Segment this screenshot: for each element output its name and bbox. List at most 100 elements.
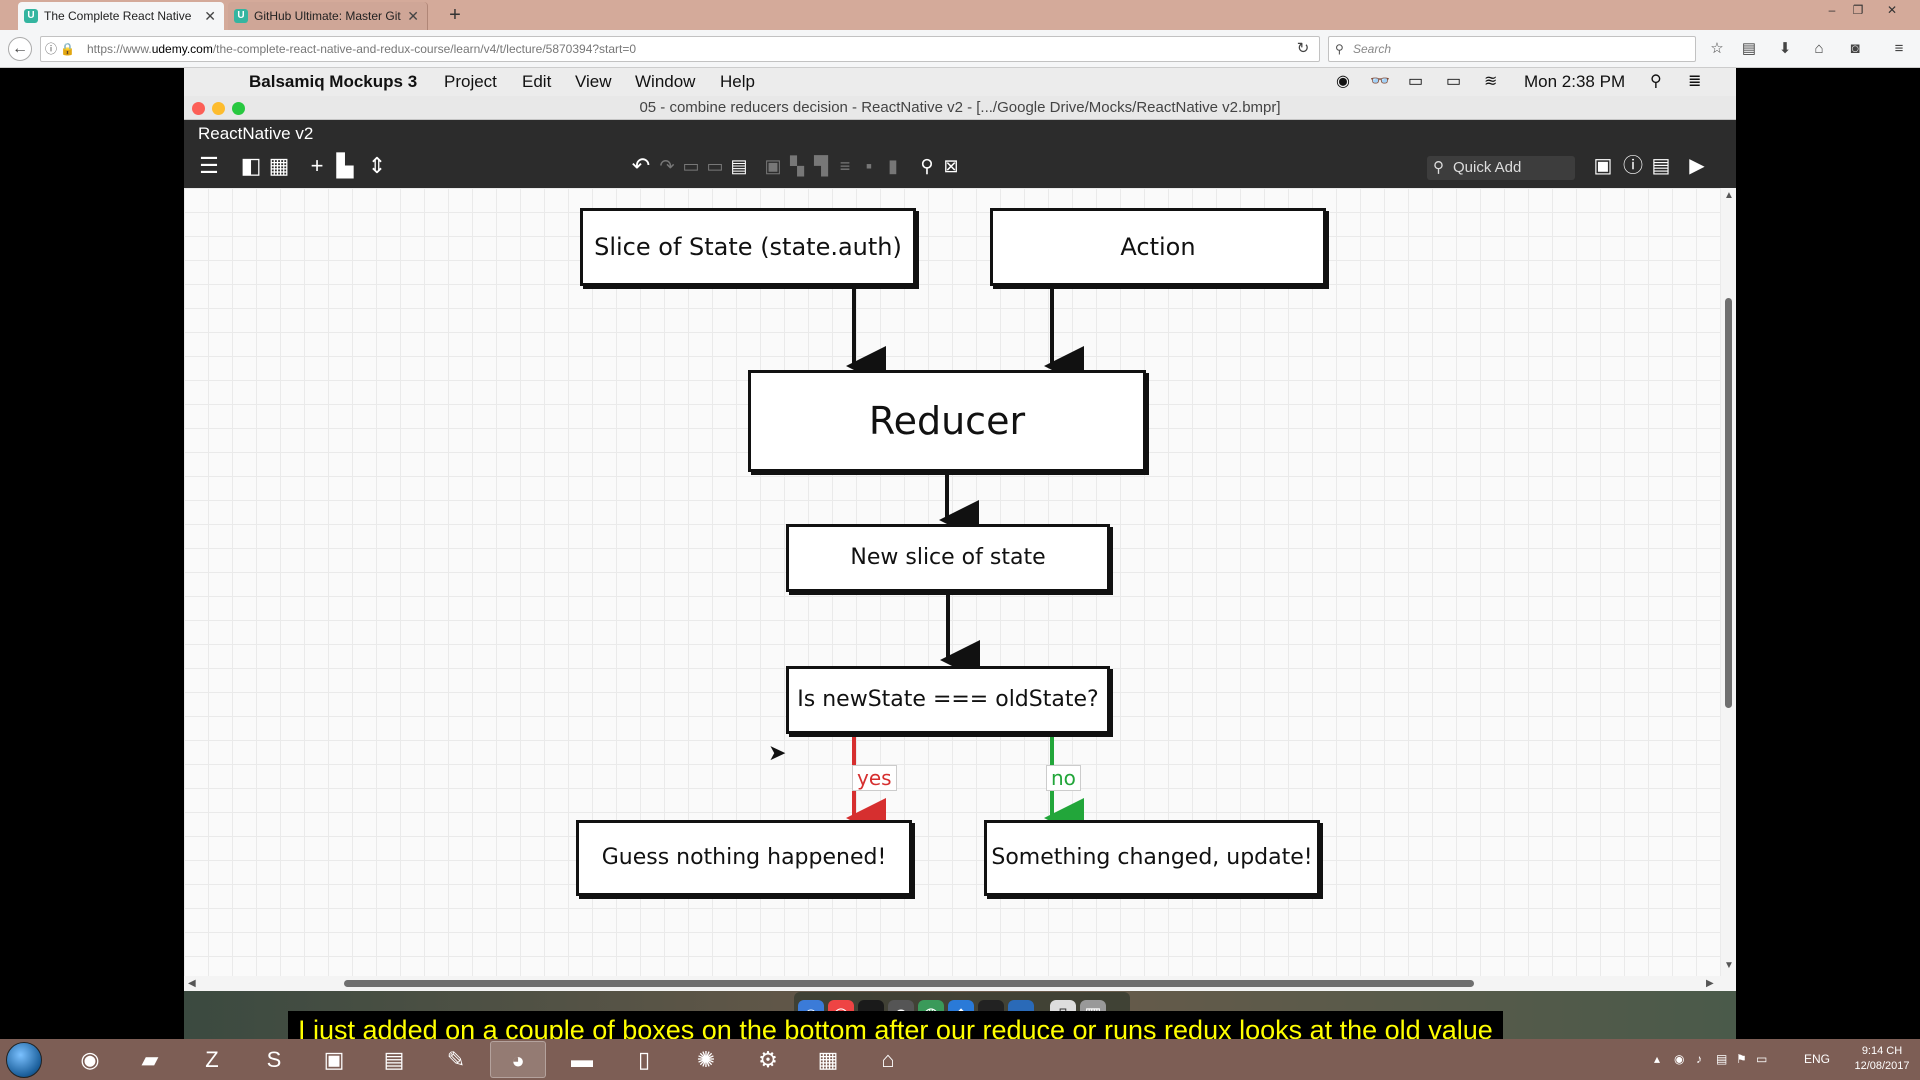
sort-icon[interactable]: ⇕ <box>364 152 390 180</box>
reading-list-icon[interactable]: ▤ <box>1738 38 1760 60</box>
tab-github-ultimate[interactable]: U GitHub Ultimate: Master Git ✕ <box>228 2 428 30</box>
group-icon[interactable]: ▣ <box>760 152 786 180</box>
taskbar-zalo-icon[interactable]: Z <box>184 1041 240 1078</box>
add-icon[interactable]: + <box>304 152 330 180</box>
taskbar-folder-icon[interactable]: ▰ <box>122 1041 178 1078</box>
menu-edit[interactable]: Edit <box>522 68 551 96</box>
delete-icon[interactable]: ▮ <box>880 152 906 180</box>
node-reducer[interactable]: Reducer <box>748 370 1146 472</box>
taskbar-android-studio-icon[interactable]: ✺ <box>678 1041 734 1078</box>
flag-icon[interactable]: ⚑ <box>1736 1039 1747 1080</box>
taskbar-window-icon[interactable]: ▦ <box>800 1041 856 1078</box>
node-decision[interactable]: Is newState === oldState? <box>786 666 1110 734</box>
paste-icon[interactable]: ▤ <box>726 152 752 180</box>
bookmark-star-icon[interactable]: ☆ <box>1706 38 1728 60</box>
glasses-icon[interactable]: 👓 <box>1370 68 1390 96</box>
ungroup-icon[interactable]: ▚ <box>784 152 810 180</box>
undo-icon[interactable]: ↶ <box>628 152 654 180</box>
vertical-scrollbar[interactable]: ▲ ▼ <box>1721 188 1736 976</box>
site-info-icon[interactable]: ⓘ 🔒 <box>45 37 75 61</box>
close-tab-icon[interactable]: ✕ <box>204 2 216 30</box>
taskbar-tools-icon[interactable]: ⚙ <box>740 1041 796 1078</box>
menu-help[interactable]: Help <box>720 68 755 96</box>
url-bar[interactable]: ⓘ 🔒 https://www.udemy.com/the-complete-r… <box>40 36 1320 62</box>
taskbar-firefox-icon[interactable]: ◕ <box>490 1041 546 1078</box>
close-tab-icon[interactable]: ✕ <box>407 2 419 30</box>
info-icon[interactable]: ⓘ <box>1620 152 1646 180</box>
scroll-left-icon[interactable]: ◀ <box>188 978 196 989</box>
reload-icon[interactable]: ↻ <box>1290 36 1316 62</box>
presentation-icon[interactable]: ▶ <box>1684 152 1710 180</box>
close-window-icon[interactable]: ✕ <box>1878 0 1906 20</box>
battery-icon[interactable]: ▭ <box>1446 68 1461 96</box>
taskbar-clock[interactable]: 9:14 CH 12/08/2017 <box>1850 1044 1914 1074</box>
video-player[interactable]: Balsamiq Mockups 3 Project Edit View Win… <box>0 68 1920 1049</box>
menu-app-name[interactable]: Balsamiq Mockups 3 <box>249 68 417 96</box>
mockup-canvas[interactable]: ➤ Slice of State (state.auth) Action Red… <box>184 188 1736 976</box>
spotlight-search-icon[interactable]: ⚲ <box>1650 68 1662 96</box>
hamburger-menu-icon[interactable]: ≡ <box>1888 38 1910 60</box>
menu-view[interactable]: View <box>575 68 612 96</box>
notes-icon[interactable]: ▤ <box>1648 152 1674 180</box>
node-guess-nothing-happened[interactable]: Guess nothing happened! <box>576 820 912 896</box>
tray-notes-icon[interactable]: ▤ <box>1716 1039 1727 1080</box>
quick-add-input[interactable]: ⚲ Quick Add <box>1427 156 1575 180</box>
windows-start-button[interactable] <box>6 1042 42 1078</box>
tab-react-native-course[interactable]: U The Complete React Native ✕ <box>18 2 224 30</box>
ui-library-icon[interactable]: ▣ <box>1590 152 1616 180</box>
close-light-icon[interactable] <box>192 102 205 115</box>
menu-project[interactable]: Project <box>444 68 497 96</box>
taskbar-explorer-icon[interactable]: ▤ <box>366 1041 422 1078</box>
mac-clock[interactable]: Mon 2:38 PM <box>1524 68 1625 96</box>
node-something-changed[interactable]: Something changed, update! <box>984 820 1320 896</box>
home-icon[interactable]: ⌂ <box>1808 38 1830 60</box>
taskbar-editor-icon[interactable]: ✎ <box>428 1041 484 1078</box>
taskbar-app-icon[interactable]: ▣ <box>306 1041 362 1078</box>
node-new-slice-of-state[interactable]: New slice of state <box>786 524 1110 592</box>
taskbar-terminal-icon[interactable]: ▬ <box>554 1041 610 1078</box>
fullscreen-icon[interactable]: ⊠ <box>938 152 964 180</box>
zoom-light-icon[interactable] <box>232 102 245 115</box>
taskbar-android-icon[interactable]: ▯ <box>616 1041 672 1078</box>
airplay-icon[interactable]: ▭ <box>1408 68 1423 96</box>
pocket-icon[interactable]: ◙ <box>1844 38 1866 60</box>
back-button[interactable]: ← <box>8 37 32 61</box>
network-icon[interactable]: ▭ <box>1756 1039 1767 1080</box>
panel-toggle-icon[interactable]: ◧ <box>238 152 264 180</box>
search-input[interactable]: ⚲ Search <box>1328 36 1696 62</box>
cut-icon[interactable]: ▭ <box>702 152 728 180</box>
scroll-down-icon[interactable]: ▼ <box>1724 960 1734 971</box>
scroll-up-icon[interactable]: ▲ <box>1724 190 1734 201</box>
minimize-window-icon[interactable]: – <box>1818 0 1846 20</box>
language-indicator[interactable]: ENG <box>1804 1039 1830 1080</box>
downloads-icon[interactable]: ⬇ <box>1774 38 1796 60</box>
volume-icon[interactable]: ♪ <box>1696 1039 1702 1080</box>
scroll-right-icon[interactable]: ▶ <box>1706 978 1714 989</box>
horizontal-scroll-thumb[interactable] <box>344 980 1474 987</box>
vertical-scroll-thumb[interactable] <box>1725 298 1732 708</box>
taskbar-skype-icon[interactable]: S <box>246 1041 302 1078</box>
wifi-icon[interactable]: ≋ <box>1484 68 1497 96</box>
tray-expand-icon[interactable]: ▴ <box>1654 1039 1660 1080</box>
restore-window-icon[interactable]: ❐ <box>1844 0 1872 20</box>
tray-app-icon[interactable]: ◉ <box>1674 1039 1684 1080</box>
node-action[interactable]: Action <box>990 208 1326 286</box>
notification-center-icon[interactable]: ≣ <box>1688 68 1701 96</box>
new-tab-button[interactable]: + <box>442 2 468 28</box>
lock-icon[interactable]: ▪ <box>856 152 882 180</box>
menu-window[interactable]: Window <box>635 68 695 96</box>
align-icon[interactable]: ≡ <box>832 152 858 180</box>
minimize-light-icon[interactable] <box>212 102 225 115</box>
node-slice-of-state[interactable]: Slice of State (state.auth) <box>580 208 916 286</box>
redo-icon[interactable]: ↷ <box>654 152 680 180</box>
taskbar-home-icon[interactable]: ⌂ <box>860 1041 916 1078</box>
bring-front-icon[interactable]: ▜ <box>808 152 834 180</box>
copy-icon[interactable]: ▭ <box>678 152 704 180</box>
menu-icon[interactable]: ☰ <box>196 152 222 180</box>
grid-view-icon[interactable]: ▦ <box>266 152 292 180</box>
record-icon[interactable]: ◉ <box>1336 68 1350 96</box>
duplicate-icon[interactable]: ▙ <box>332 152 358 180</box>
horizontal-scrollbar[interactable]: ◀ ▶ <box>184 976 1736 991</box>
taskbar-chrome-icon[interactable]: ◉ <box>62 1041 118 1078</box>
search-icon[interactable]: ⚲ <box>914 152 940 180</box>
